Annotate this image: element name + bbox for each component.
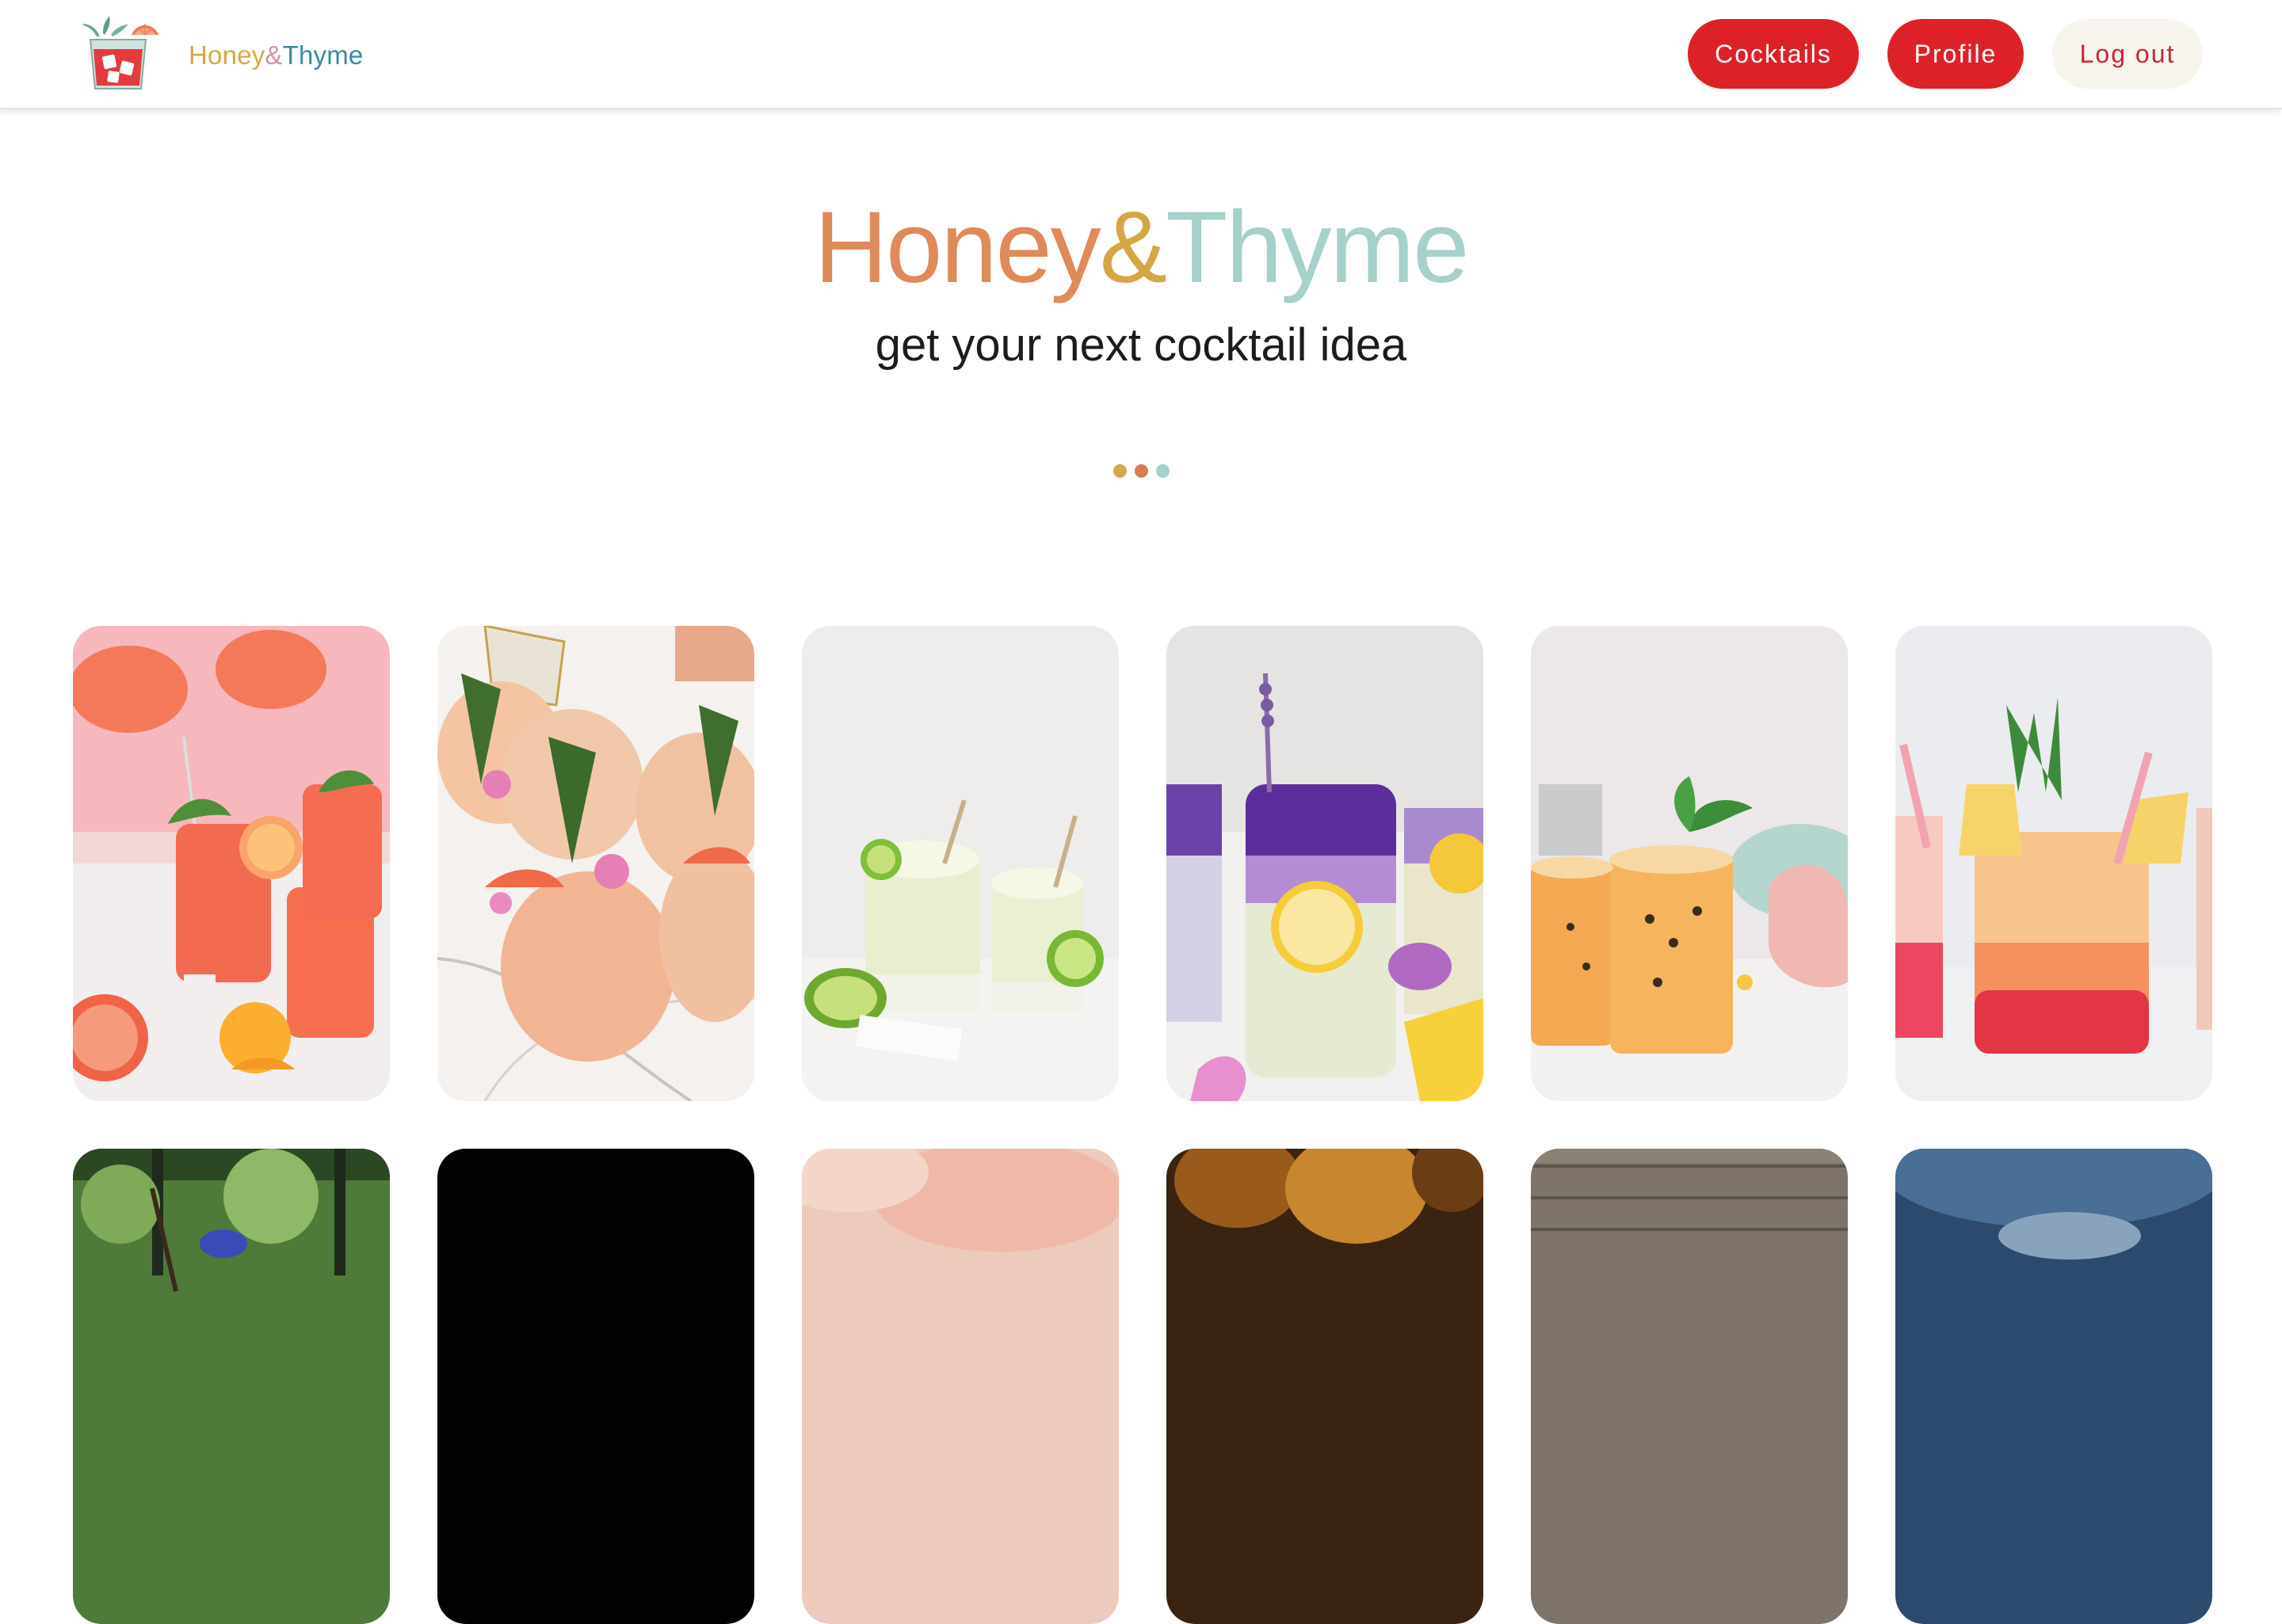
hero-title-honey: Honey — [814, 191, 1101, 304]
logout-button[interactable]: Log out — [2052, 19, 2203, 89]
pink-cocktail-card[interactable] — [802, 1149, 1119, 1624]
cocktail-photo — [1166, 626, 1483, 1101]
hero-subtitle: get your next cocktail idea — [875, 319, 1407, 371]
cocktail-photo — [802, 626, 1119, 1101]
brand-amp-text: & — [265, 40, 283, 70]
brand-home-link[interactable]: Honey&Thyme — [79, 16, 363, 95]
cocktail-photo — [1895, 1149, 2212, 1624]
loading-dot — [1134, 464, 1148, 478]
loading-dots — [1109, 464, 1173, 480]
cocktail-grid — [73, 626, 2212, 1624]
lavender-lemonade-card[interactable] — [1166, 626, 1483, 1101]
hero-title-amp: & — [1099, 191, 1167, 304]
grapefruit-slush-card[interactable] — [73, 626, 390, 1101]
brand-name: Honey&Thyme — [189, 40, 363, 71]
rustic-wood-cocktail-card[interactable] — [1531, 1149, 1848, 1624]
cocktail-photo — [1895, 626, 2212, 1101]
blue-cocktail-card[interactable] — [1895, 1149, 2212, 1624]
grapefruit-pineapple-crush-card[interactable] — [437, 626, 754, 1101]
top-navbar: Honey&Thyme Cocktails Profile Log out — [0, 0, 2282, 109]
hero-title-thyme: Thyme — [1166, 191, 1469, 304]
hero-title: Honey&Thyme — [0, 189, 2282, 307]
brand-honey-text: Honey — [189, 40, 265, 70]
lime-frozen-cocktail-card[interactable] — [802, 626, 1119, 1101]
pineapple-sunrise-card[interactable] — [1895, 626, 2212, 1101]
cocktail-photo — [1531, 626, 1848, 1101]
cocktail-photo — [1531, 1149, 1848, 1624]
profile-button[interactable]: Profile — [1887, 19, 2024, 89]
dark-cocktail-card[interactable] — [437, 1149, 754, 1624]
loading-dot — [1155, 464, 1170, 478]
cocktail-photo — [73, 1149, 390, 1624]
cocktail-photo — [437, 626, 754, 1101]
garden-cocktail-card[interactable] — [73, 1149, 390, 1624]
cocktail-photo — [802, 1149, 1119, 1624]
cocktail-photo — [73, 626, 390, 1101]
cocktail-photo — [437, 1149, 754, 1624]
cocktails-button[interactable]: Cocktails — [1688, 19, 1859, 89]
cocktail-glass-logo-icon — [79, 16, 166, 95]
passion-fruit-cocktail-card[interactable] — [1531, 626, 1848, 1101]
amber-cocktail-card[interactable] — [1166, 1149, 1483, 1624]
loading-dot — [1112, 464, 1127, 478]
cocktail-photo — [1166, 1149, 1483, 1624]
brand-thyme-text: Thyme — [282, 40, 364, 70]
